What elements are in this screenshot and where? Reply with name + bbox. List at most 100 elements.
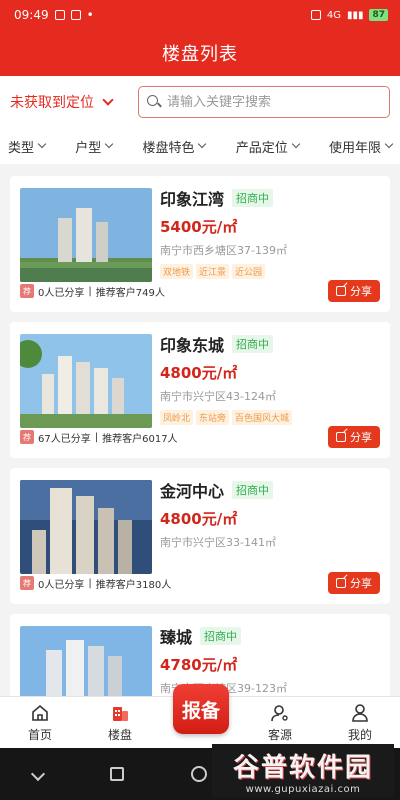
listing-name: 金河中心 — [160, 482, 225, 501]
shared-count: 0人已分享 — [38, 287, 85, 299]
dot-icon: • — [86, 8, 94, 22]
listing-price: 4800元/㎡ — [160, 364, 238, 382]
search-input[interactable] — [167, 94, 381, 110]
filter-type[interactable]: 类型 — [8, 137, 47, 156]
feature-tag: 百色国风大城 — [232, 410, 293, 425]
status-badge: 招商中 — [232, 335, 274, 353]
person-search-icon — [271, 705, 288, 722]
listing-name: 臻城 — [160, 628, 193, 647]
back-icon[interactable] — [31, 766, 46, 782]
signal-icon: ▮▮▮ — [346, 9, 364, 21]
listing-list: 印象江湾 招商中 5400元/㎡ 南宁市西乡塘区37-139㎡ 双地铁 近江景 … — [10, 176, 390, 760]
home-circle-icon[interactable] — [190, 766, 207, 782]
referred-count: 推荐客户3180人 — [95, 579, 172, 591]
filter-label: 产品定位 — [235, 140, 288, 156]
notification-icon — [54, 10, 65, 20]
report-button[interactable]: 报备 — [173, 684, 229, 734]
search-row: 未获取到定位 — [0, 76, 400, 128]
watermark-title: 谷普软件园 — [232, 753, 373, 783]
chevron-down-icon — [37, 139, 47, 149]
listing-price: 4780元/㎡ — [160, 656, 238, 674]
watermark: 谷普软件园 www.gupuxiazai.com — [212, 744, 394, 798]
feature-tags: 凤岭北 东站旁 百色国风大城 — [160, 410, 380, 425]
referral-icon: 荐 — [20, 430, 34, 444]
feature-tag: 凤岭北 — [160, 410, 194, 425]
status-badge: 招商中 — [200, 627, 242, 645]
chevron-down-icon — [102, 93, 114, 106]
share-label: 分享 — [350, 285, 372, 298]
filter-label: 楼盘特色 — [142, 140, 195, 156]
listing-info: 印象江湾 招商中 5400元/㎡ 南宁市西乡塘区37-139㎡ 双地铁 近江景 … — [160, 186, 380, 279]
listing-card[interactable]: 印象东城 招商中 4800元/㎡ 南宁市兴宁区43-124㎡ 凤岭北 东站旁 百… — [10, 322, 390, 458]
shared-count: 0人已分享 — [38, 579, 85, 591]
tab-mine[interactable]: 我的 — [330, 704, 390, 743]
share-stats: 荐 0人已分享 | 推荐客户749人 — [20, 284, 165, 299]
chevron-down-icon — [291, 139, 300, 149]
share-icon — [336, 578, 346, 588]
share-icon — [336, 286, 346, 296]
tab-home[interactable]: 首页 — [10, 704, 70, 743]
home-icon — [32, 704, 48, 721]
referral-icon: 荐 — [20, 284, 34, 298]
referral-icon: 荐 — [20, 576, 34, 590]
listing-address: 南宁市兴宁区43-124㎡ — [160, 390, 276, 403]
listing-info: 金河中心 招商中 4800元/㎡ 南宁市兴宁区33-141㎡ — [160, 478, 380, 550]
share-icon — [336, 432, 346, 442]
filter-bar: 类型 户型 楼盘特色 产品定位 使用年限 — [0, 128, 400, 164]
shared-count: 67人已分享 — [38, 433, 91, 445]
listing-price: 5400元/㎡ — [160, 218, 238, 236]
listing-name: 印象东城 — [160, 336, 225, 355]
tab-customers[interactable]: 客源 — [250, 704, 310, 743]
search-icon — [147, 95, 161, 109]
listing-name: 印象江湾 — [160, 190, 225, 209]
battery-icon: 87 — [369, 9, 388, 21]
listing-footer: 荐 0人已分享 | 推荐客户749人 分享 — [20, 280, 380, 302]
filter-years[interactable]: 使用年限 — [329, 137, 394, 156]
share-button[interactable]: 分享 — [328, 426, 380, 448]
network-label: 4G — [326, 9, 341, 21]
chevron-down-icon — [384, 139, 394, 149]
location-selector[interactable]: 未获取到定位 — [10, 92, 138, 112]
feature-tags: 双地铁 近江景 近公园 — [160, 264, 380, 279]
status-badge: 招商中 — [232, 481, 274, 499]
listing-address: 南宁市兴宁区33-141㎡ — [160, 536, 276, 549]
filter-positioning[interactable]: 产品定位 — [235, 137, 300, 156]
chevron-down-icon — [198, 139, 207, 149]
feature-tag: 双地铁 — [160, 264, 194, 279]
top-bar: 09:49 • 4G ▮▮▮ 87 楼盘列表 — [0, 0, 400, 76]
referred-count: 推荐客户6017人 — [102, 433, 178, 445]
referred-count: 推荐客户749人 — [95, 287, 165, 299]
listing-photo — [20, 334, 152, 428]
feature-tag: 近公园 — [232, 264, 266, 279]
listing-footer: 荐 67人已分享 | 推荐客户6017人 分享 — [20, 426, 380, 448]
listing-card[interactable]: 印象江湾 招商中 5400元/㎡ 南宁市西乡塘区37-139㎡ 双地铁 近江景 … — [10, 176, 390, 312]
listing-card[interactable]: 金河中心 招商中 4800元/㎡ 南宁市兴宁区33-141㎡ 荐 0人已分享 |… — [10, 468, 390, 604]
tab-label: 我的 — [347, 728, 372, 742]
share-button[interactable]: 分享 — [328, 572, 380, 594]
share-button[interactable]: 分享 — [328, 280, 380, 302]
listing-footer: 荐 0人已分享 | 推荐客户3180人 分享 — [20, 572, 380, 594]
buildings-icon — [113, 707, 128, 721]
filter-label: 户型 — [75, 140, 102, 156]
feature-tag: 东站旁 — [196, 410, 230, 425]
user-icon — [352, 704, 368, 722]
listing-price: 4800元/㎡ — [160, 510, 238, 528]
app-icon — [70, 10, 81, 20]
tab-label: 客源 — [267, 728, 292, 742]
recent-apps-icon[interactable] — [109, 767, 124, 781]
tab-label: 首页 — [27, 728, 52, 742]
search-box[interactable] — [138, 86, 390, 118]
location-label: 未获取到定位 — [10, 95, 94, 111]
share-label: 分享 — [350, 431, 372, 444]
share-label: 分享 — [350, 577, 372, 590]
filter-label: 类型 — [8, 140, 35, 156]
tab-listings[interactable]: 楼盘 — [90, 704, 150, 743]
chevron-down-icon — [105, 139, 114, 149]
share-stats: 荐 0人已分享 | 推荐客户3180人 — [20, 576, 171, 591]
vibrate-icon — [310, 10, 321, 20]
listing-photo — [20, 480, 152, 574]
filter-features[interactable]: 楼盘特色 — [142, 137, 207, 156]
page-title: 楼盘列表 — [162, 44, 238, 65]
status-badge: 招商中 — [232, 189, 274, 207]
filter-layout[interactable]: 户型 — [75, 137, 114, 156]
